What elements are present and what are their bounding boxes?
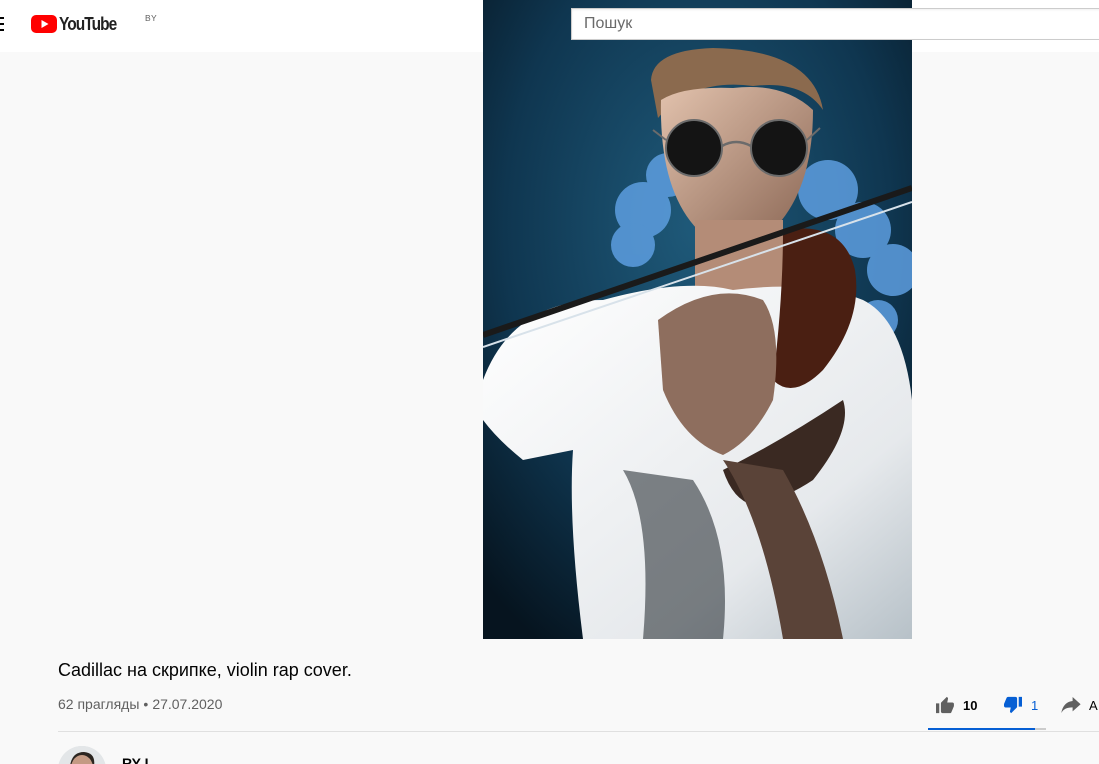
- sentiment-bar: [928, 728, 1046, 730]
- video-title: Cadillac на скрипке, violin rap cover.: [58, 660, 352, 680]
- dislike-count: 1: [1031, 697, 1039, 713]
- youtube-logo-icon: [31, 15, 57, 33]
- search-input[interactable]: [572, 9, 1099, 39]
- like-count: 10: [963, 697, 978, 713]
- country-code: BY: [145, 13, 157, 23]
- logo-wordmark: YouTube: [59, 13, 117, 34]
- share-button[interactable]: А: [1061, 690, 1098, 720]
- view-count: 62 прагляды: [58, 696, 140, 712]
- watch-page: YouTube BY Пошук Cadillac на скрипке, vi…: [0, 0, 1099, 764]
- share-label: А: [1089, 697, 1098, 713]
- thumb-up-icon: [936, 696, 954, 714]
- avatar-image: [58, 746, 106, 764]
- channel-name[interactable]: RY L: [122, 755, 153, 764]
- video-thumbnail: [483, 0, 912, 639]
- menu-icon[interactable]: [0, 15, 6, 33]
- youtube-logo[interactable]: YouTube BY: [31, 12, 157, 36]
- video-actions: 10 1 А: [928, 690, 1099, 720]
- sentiment-bar-likes: [928, 728, 1036, 730]
- masthead: YouTube BY: [0, 0, 483, 52]
- divider: [58, 731, 1099, 732]
- video-meta: 62 прагляды • 27.07.2020: [58, 696, 222, 712]
- search-box[interactable]: [571, 8, 1099, 40]
- thumb-down-icon: [1004, 696, 1022, 714]
- video-player[interactable]: [483, 0, 912, 639]
- publish-date: 27.07.2020: [152, 696, 223, 712]
- dislike-button[interactable]: 1: [1003, 690, 1038, 720]
- like-button[interactable]: 10: [935, 690, 977, 720]
- share-icon: [1061, 697, 1081, 713]
- meta-separator: •: [143, 696, 149, 712]
- channel-avatar[interactable]: [58, 746, 106, 764]
